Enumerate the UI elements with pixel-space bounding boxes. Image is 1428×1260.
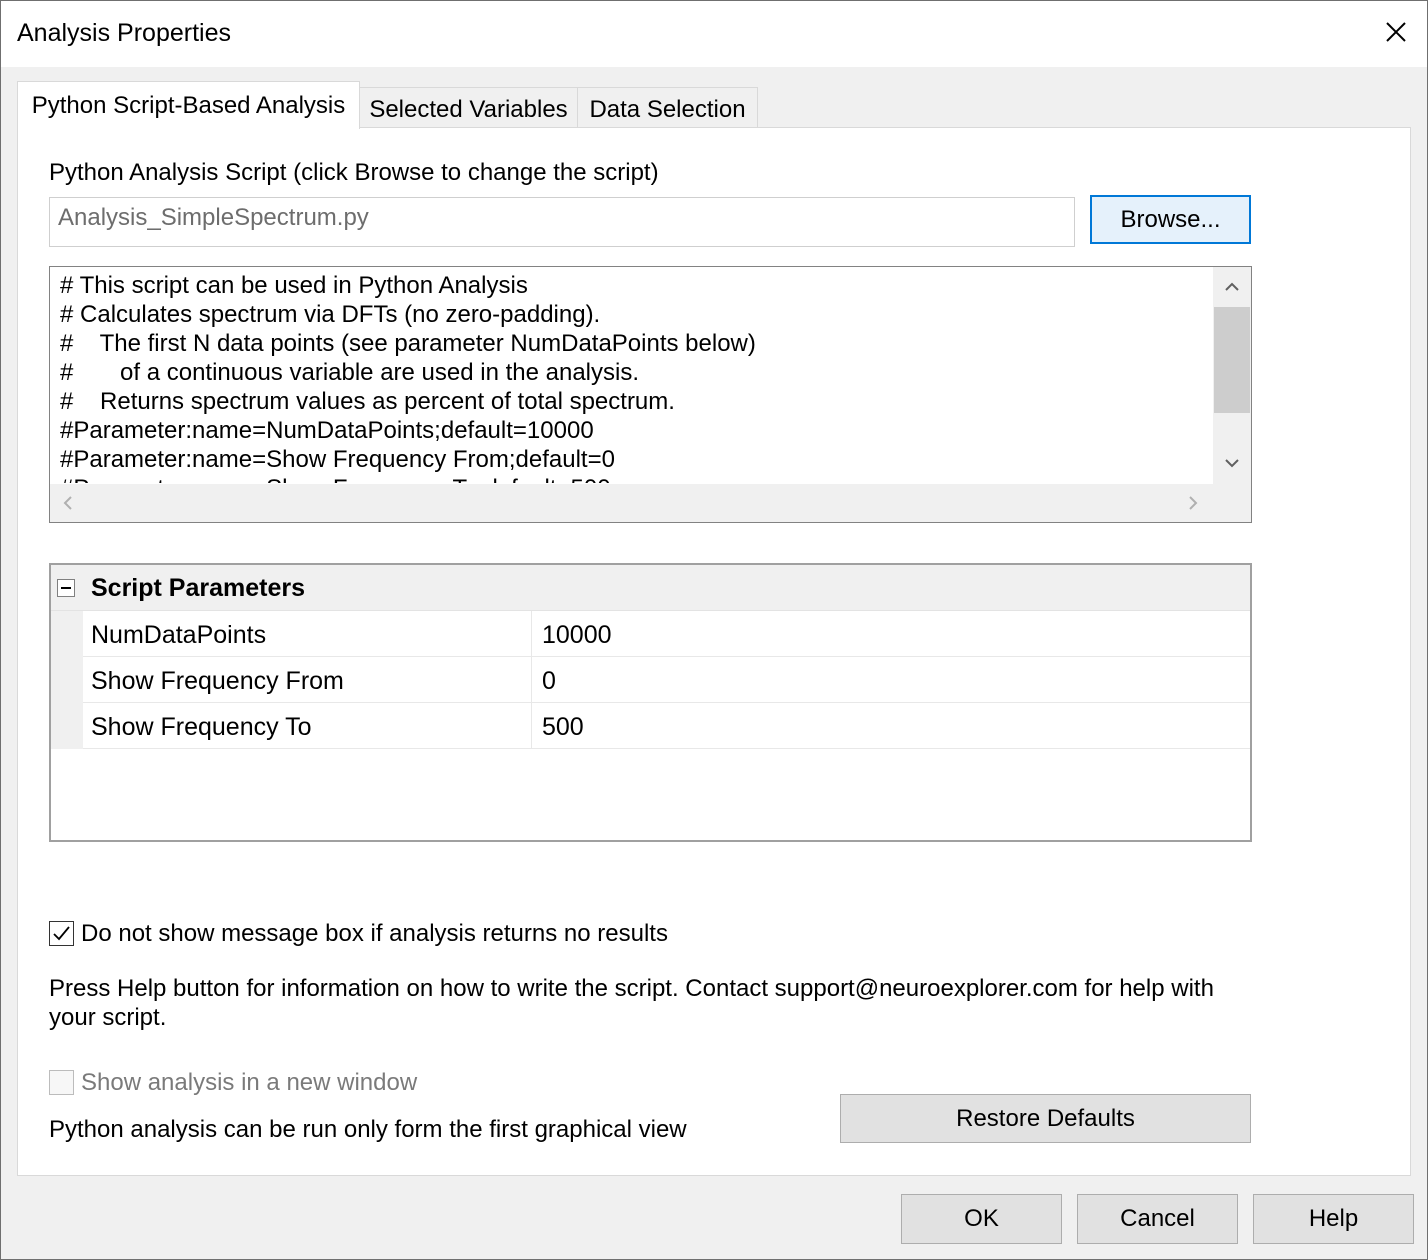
column-divider [531, 703, 532, 749]
no-message-checkbox[interactable] [49, 921, 74, 946]
scroll-right-icon[interactable] [1183, 493, 1203, 513]
restore-defaults-button[interactable]: Restore Defaults [840, 1094, 1251, 1143]
analysis-properties-dialog: Analysis Properties Python Script-Based … [0, 0, 1428, 1260]
column-divider [531, 657, 532, 703]
script-file-field[interactable] [49, 197, 1075, 247]
script-file-input[interactable] [58, 204, 1038, 232]
vertical-scrollbar[interactable] [1213, 267, 1251, 484]
parameter-row[interactable]: Show Frequency From 0 [83, 657, 1250, 703]
window-title: Analysis Properties [17, 19, 231, 47]
parameter-name: NumDataPoints [91, 621, 267, 649]
tab-selected-variables[interactable]: Selected Variables [359, 87, 578, 128]
code-line: #Parameter:name=Show Frequency To;defaul… [60, 474, 1210, 483]
code-line: #Parameter:name=NumDataPoints;default=10… [60, 417, 594, 444]
browse-button-label: Browse... [1120, 205, 1221, 233]
help-info-text-line1: Press Help button for information on how… [49, 975, 1214, 1002]
ok-label: OK [964, 1205, 999, 1232]
close-button[interactable] [1379, 15, 1413, 49]
help-button[interactable]: Help [1253, 1194, 1414, 1244]
vertical-scroll-thumb[interactable] [1214, 307, 1250, 413]
tab-label: Python Script-Based Analysis [31, 92, 346, 119]
parameter-row[interactable]: NumDataPoints 10000 [83, 611, 1250, 657]
scroll-up-icon[interactable] [1222, 277, 1242, 297]
script-parameters-grid: Script Parameters NumDataPoints 10000 Sh… [49, 563, 1252, 842]
code-line: # Returns spectrum values as percent of … [60, 388, 675, 415]
new-window-label: Show analysis in a new window [81, 1069, 418, 1096]
scroll-left-icon[interactable] [58, 493, 78, 513]
tab-data-selection[interactable]: Data Selection [577, 87, 758, 128]
grid-gutter [51, 611, 83, 749]
ok-button[interactable]: OK [901, 1194, 1062, 1244]
close-icon [1386, 22, 1406, 42]
title-bar: Analysis Properties [1, 1, 1427, 67]
browse-button[interactable]: Browse... [1090, 195, 1251, 244]
code-line: # Calculates spectrum via DFTs (no zero-… [60, 301, 601, 328]
code-line: #Parameter:name=Show Frequency From;defa… [60, 446, 615, 473]
parameter-row[interactable]: Show Frequency To 500 [83, 703, 1250, 749]
parameter-name: Show Frequency From [91, 667, 344, 695]
cancel-label: Cancel [1120, 1205, 1195, 1232]
column-divider [531, 611, 532, 657]
code-line: # The first N data points (see parameter… [60, 330, 756, 357]
parameter-value[interactable]: 0 [542, 667, 556, 696]
scroll-down-icon[interactable] [1222, 453, 1242, 473]
script-section-label: Python Analysis Script (click Browse to … [49, 159, 659, 186]
scrollbar-corner [1213, 484, 1251, 522]
grid-category-header: Script Parameters [51, 565, 1250, 611]
tab-python-script[interactable]: Python Script-Based Analysis [17, 81, 360, 129]
checkmark-icon [53, 926, 70, 941]
cancel-button[interactable]: Cancel [1077, 1194, 1238, 1244]
new-window-checkbox [49, 1070, 74, 1095]
collapse-minus-icon[interactable] [57, 579, 75, 597]
restore-defaults-label: Restore Defaults [956, 1104, 1135, 1132]
parameter-value[interactable]: 10000 [542, 621, 612, 650]
no-message-label[interactable]: Do not show message box if analysis retu… [81, 920, 668, 948]
code-line: # This script can be used in Python Anal… [60, 272, 528, 299]
parameter-value[interactable]: 500 [542, 713, 584, 742]
help-label: Help [1308, 1205, 1359, 1232]
help-info-text-line2: your script. [49, 1004, 167, 1031]
code-lines: # This script can be used in Python Anal… [60, 271, 1210, 483]
tab-label: Data Selection [589, 96, 746, 123]
grid-category-title: Script Parameters [91, 574, 306, 602]
tab-label: Selected Variables [369, 96, 568, 123]
first-view-note: Python analysis can be run only form the… [49, 1116, 687, 1143]
parameter-name: Show Frequency To [91, 713, 312, 741]
script-code-view[interactable]: # This script can be used in Python Anal… [49, 266, 1252, 523]
horizontal-scrollbar[interactable] [50, 484, 1213, 522]
code-line: # of a continuous variable are used in t… [60, 359, 640, 386]
